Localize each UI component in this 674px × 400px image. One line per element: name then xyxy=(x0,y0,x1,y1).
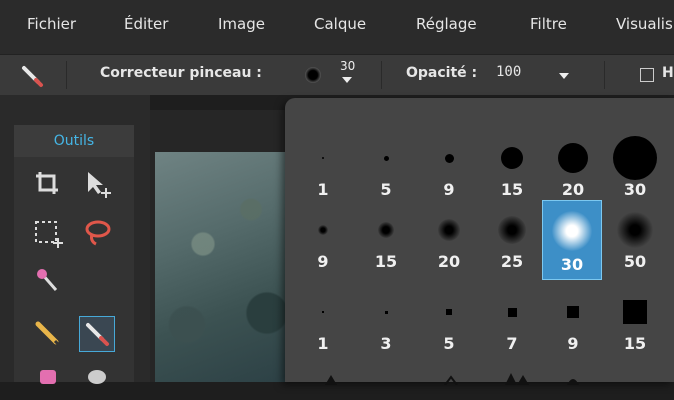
brush-size-dropdown[interactable]: 30 xyxy=(338,57,358,91)
brush-preview-square xyxy=(384,310,388,314)
brush-size-label: 30 xyxy=(623,180,647,199)
menu-fichier[interactable]: Fichier xyxy=(27,15,76,33)
tools-panel-title: Outils xyxy=(14,125,134,157)
crop-tool[interactable] xyxy=(30,166,66,202)
brush-size-label: 25 xyxy=(500,252,524,271)
brush-square-9[interactable]: 9 xyxy=(543,284,603,359)
stamp-tool[interactable] xyxy=(80,364,116,400)
brush-picker-popup: 1 5 9 15 20 30 9 15 20 25 30 50 1 3 5 7 … xyxy=(285,98,674,386)
brush-size-label: 3 xyxy=(380,334,392,353)
lasso-tool[interactable] xyxy=(80,214,116,250)
brush-size-label: 30 xyxy=(560,255,584,274)
options-toolbar: Correcteur pinceau : 30 Opacité : 100 H xyxy=(0,54,674,95)
menu-visualiser[interactable]: Visualis xyxy=(616,15,673,33)
move-arrow-icon xyxy=(88,172,111,198)
pencil-tool[interactable] xyxy=(30,316,66,352)
brush-corrector-tool[interactable] xyxy=(79,316,115,352)
brush-preview-dot xyxy=(383,155,389,161)
brush-square-3[interactable]: 3 xyxy=(356,284,416,359)
brush-preview-soft xyxy=(552,211,592,251)
brush-icon xyxy=(86,323,109,346)
brush-size-label: 7 xyxy=(506,334,518,353)
menu-image[interactable]: Image xyxy=(218,15,265,33)
chevron-down-icon xyxy=(559,73,569,79)
rect-select-icon xyxy=(35,221,63,248)
brush-square-1[interactable]: 1 xyxy=(293,284,353,359)
brush-preview-soft xyxy=(318,225,328,235)
brush-size-label: 15 xyxy=(623,334,647,353)
brush-soft-15[interactable]: 15 xyxy=(356,202,416,277)
brush-soft-50[interactable]: 50 xyxy=(605,202,665,277)
opacity-input[interactable]: 100 xyxy=(496,64,521,80)
magic-wand-tool[interactable] xyxy=(30,262,66,298)
brush-preview-soft xyxy=(438,219,460,241)
move-tool[interactable] xyxy=(80,166,116,202)
brush-preview-dot xyxy=(613,136,657,180)
eraser-tool[interactable] xyxy=(30,364,66,400)
brush-hard-20[interactable]: 20 xyxy=(543,130,603,205)
brush-shape-row-partial[interactable] xyxy=(305,370,665,386)
opacity-dropdown-button[interactable] xyxy=(550,61,578,89)
brush-preview-square xyxy=(623,300,647,324)
brush-preview-square xyxy=(507,307,517,317)
brush-size-label: 9 xyxy=(317,252,329,271)
pencil-icon xyxy=(35,321,61,347)
brush-size-label: 9 xyxy=(443,180,455,199)
brush-hard-1[interactable]: 1 xyxy=(293,130,353,205)
menu-bar: Fichier Éditer Image Calque Réglage Filt… xyxy=(0,0,674,54)
brush-size-label: 5 xyxy=(443,334,455,353)
brush-soft-9[interactable]: 9 xyxy=(293,202,353,277)
brush-size-label: 5 xyxy=(380,180,392,199)
brush-label: Correcteur pinceau : xyxy=(100,65,262,81)
brush-size-label: 15 xyxy=(374,252,398,271)
toolbar-separator xyxy=(381,61,382,89)
brush-preview-square xyxy=(446,309,452,315)
brush-soft-25[interactable]: 25 xyxy=(482,202,542,277)
brush-preview-dot xyxy=(558,143,588,173)
toolbar-separator xyxy=(66,61,67,89)
opacity-label: Opacité : xyxy=(406,65,478,81)
crop-icon xyxy=(36,172,58,194)
brush-preview-soft xyxy=(378,222,394,238)
menu-reglage[interactable]: Réglage xyxy=(416,15,477,33)
brush-preview-dot xyxy=(501,147,523,169)
menu-editer[interactable]: Éditer xyxy=(124,15,168,33)
brush-size-label: 50 xyxy=(623,252,647,271)
brush-size-label: 9 xyxy=(567,334,579,353)
brush-hard-5[interactable]: 5 xyxy=(356,130,416,205)
brush-preview-soft xyxy=(498,216,526,244)
brush-hard-9[interactable]: 9 xyxy=(419,130,479,205)
brush-preview-icon[interactable] xyxy=(305,67,321,83)
brush-preview-dot xyxy=(322,157,324,159)
brush-size-label: 1 xyxy=(317,334,329,353)
brush-soft-20[interactable]: 20 xyxy=(419,202,479,277)
toolbar-separator xyxy=(604,61,605,89)
brush-size-label: 20 xyxy=(561,180,585,199)
shape-brush-icons xyxy=(325,373,579,386)
menu-filtre[interactable]: Filtre xyxy=(530,15,567,33)
brush-preview-soft xyxy=(617,212,653,248)
brush-size-label: 1 xyxy=(317,180,329,199)
marquee-tool[interactable] xyxy=(30,214,66,250)
brush-square-5[interactable]: 5 xyxy=(419,284,479,359)
brush-square-7[interactable]: 7 xyxy=(482,284,542,359)
brush-soft-30-selected[interactable]: 30 xyxy=(542,200,602,280)
brush-hard-15[interactable]: 15 xyxy=(482,130,542,205)
brush-preview-dot xyxy=(444,153,454,163)
brush-preview-square xyxy=(322,311,324,313)
brush-tool-icon xyxy=(18,62,46,88)
brush-size-label: 15 xyxy=(500,180,524,199)
option-checkbox[interactable] xyxy=(640,68,654,82)
lasso-icon xyxy=(85,220,111,246)
brush-preview-square xyxy=(567,306,579,318)
menu-calque[interactable]: Calque xyxy=(314,15,366,33)
option-checkbox-label: H xyxy=(662,65,674,81)
brush-size-label: 20 xyxy=(437,252,461,271)
brush-hard-30[interactable]: 30 xyxy=(605,130,665,205)
chevron-down-icon xyxy=(342,77,352,83)
brush-size-value: 30 xyxy=(340,59,356,73)
magic-wand-icon xyxy=(37,269,58,291)
brush-square-15[interactable]: 15 xyxy=(605,284,665,359)
